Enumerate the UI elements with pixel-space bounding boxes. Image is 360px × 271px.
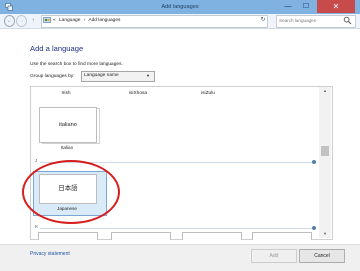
language-tile-italian[interactable]: italiano (39, 107, 97, 143)
group-by-value: Language name (84, 73, 119, 78)
scroll-up-icon[interactable]: ▲ (319, 87, 331, 95)
language-tile-partial[interactable] (38, 232, 98, 240)
back-button[interactable]: ← (4, 15, 15, 27)
section-divider-k (40, 228, 314, 229)
language-caption-italian: Italian (60, 145, 74, 150)
control-panel-icon (43, 17, 51, 23)
language-label-isixhosa[interactable]: isiXhosa (113, 91, 163, 96)
add-button[interactable]: Add (251, 249, 297, 263)
refresh-button[interactable]: ↻ (258, 15, 268, 26)
breadcrumb: « Language › Add languages (53, 15, 122, 27)
section-divider-end (312, 160, 316, 164)
cancel-button[interactable]: Cancel (299, 249, 345, 263)
annotation-ellipse (22, 160, 120, 224)
scrollbar-thumb[interactable] (321, 146, 329, 156)
language-tile-partial[interactable] (111, 232, 171, 240)
scroll-down-icon[interactable]: ▼ (319, 230, 331, 238)
maximize-button[interactable]: ☐ (297, 0, 315, 13)
forward-button[interactable]: → (16, 15, 27, 27)
breadcrumb-language[interactable]: Language (59, 18, 80, 23)
breadcrumb-overflow[interactable]: « (53, 18, 56, 23)
page-title: Add a language (30, 44, 84, 53)
section-divider-end (312, 226, 316, 230)
chevron-down-icon: ▼ (146, 73, 150, 78)
section-letter-k: K (35, 224, 38, 229)
language-label-irish[interactable]: Irish (41, 91, 91, 96)
vertical-scrollbar[interactable] (319, 87, 331, 238)
breadcrumb-add-languages[interactable]: Add languages (88, 18, 120, 23)
privacy-statement-link[interactable]: Privacy statement (30, 251, 70, 257)
group-by-label: Group languages by: (30, 74, 75, 79)
close-button[interactable]: ✕ (317, 0, 355, 13)
language-tile-partial[interactable] (252, 232, 312, 240)
section-letter-j: J (35, 158, 38, 163)
search-placeholder: Search languages (279, 18, 317, 23)
language-label-isizulu[interactable]: isiZulu (183, 91, 233, 96)
minimize-button[interactable]: — (279, 0, 297, 13)
language-tile-partial[interactable] (182, 232, 242, 240)
up-button[interactable]: ↑ (29, 15, 37, 27)
instruction-text: Use the search box to find more language… (30, 62, 123, 67)
breadcrumb-separator: › (83, 18, 86, 23)
search-icon[interactable] (343, 16, 352, 25)
